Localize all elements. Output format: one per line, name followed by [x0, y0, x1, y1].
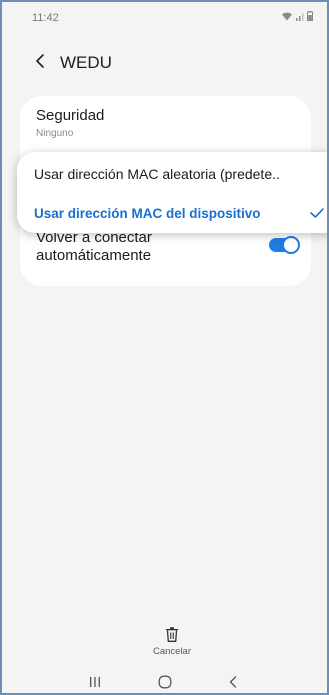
cancel-button[interactable]: Cancelar [142, 627, 202, 663]
recents-icon[interactable] [88, 676, 102, 688]
mac-option-random[interactable]: Usar dirección MAC aleatoria (predete.. [34, 166, 280, 182]
status-bar: 11:42 [2, 2, 327, 36]
cancel-label: Cancelar [152, 646, 192, 657]
wifi-icon [282, 12, 292, 21]
auto-reconnect-line2: automáticamente [36, 247, 152, 264]
battery-icon [307, 11, 313, 21]
home-icon[interactable] [158, 675, 172, 689]
toggle-knob [282, 236, 300, 254]
system-nav-bar [2, 670, 327, 693]
auto-reconnect-label: Volver a conectar automáticamente [36, 229, 152, 265]
check-icon [310, 208, 324, 218]
security-label: Seguridad [36, 107, 105, 124]
signal-icon [296, 13, 304, 21]
page-title: WEDU [60, 53, 112, 72]
trash-icon [166, 627, 178, 642]
mac-option-device[interactable]: Usar dirección MAC del dispositivo [34, 206, 261, 221]
status-time: 11:42 [32, 12, 59, 24]
status-icons [281, 11, 313, 21]
back-nav-icon[interactable] [228, 676, 238, 688]
phone-screen: 11:42 WEDU Seguridad Ninguno Volver a co… [0, 0, 329, 695]
app-header: WEDU [2, 48, 327, 78]
mac-address-popup: Usar dirección MAC aleatoria (predete.. … [17, 152, 327, 233]
auto-reconnect-toggle[interactable] [269, 236, 300, 254]
security-value: Ninguno [36, 128, 74, 139]
chevron-left-icon[interactable] [30, 51, 50, 71]
